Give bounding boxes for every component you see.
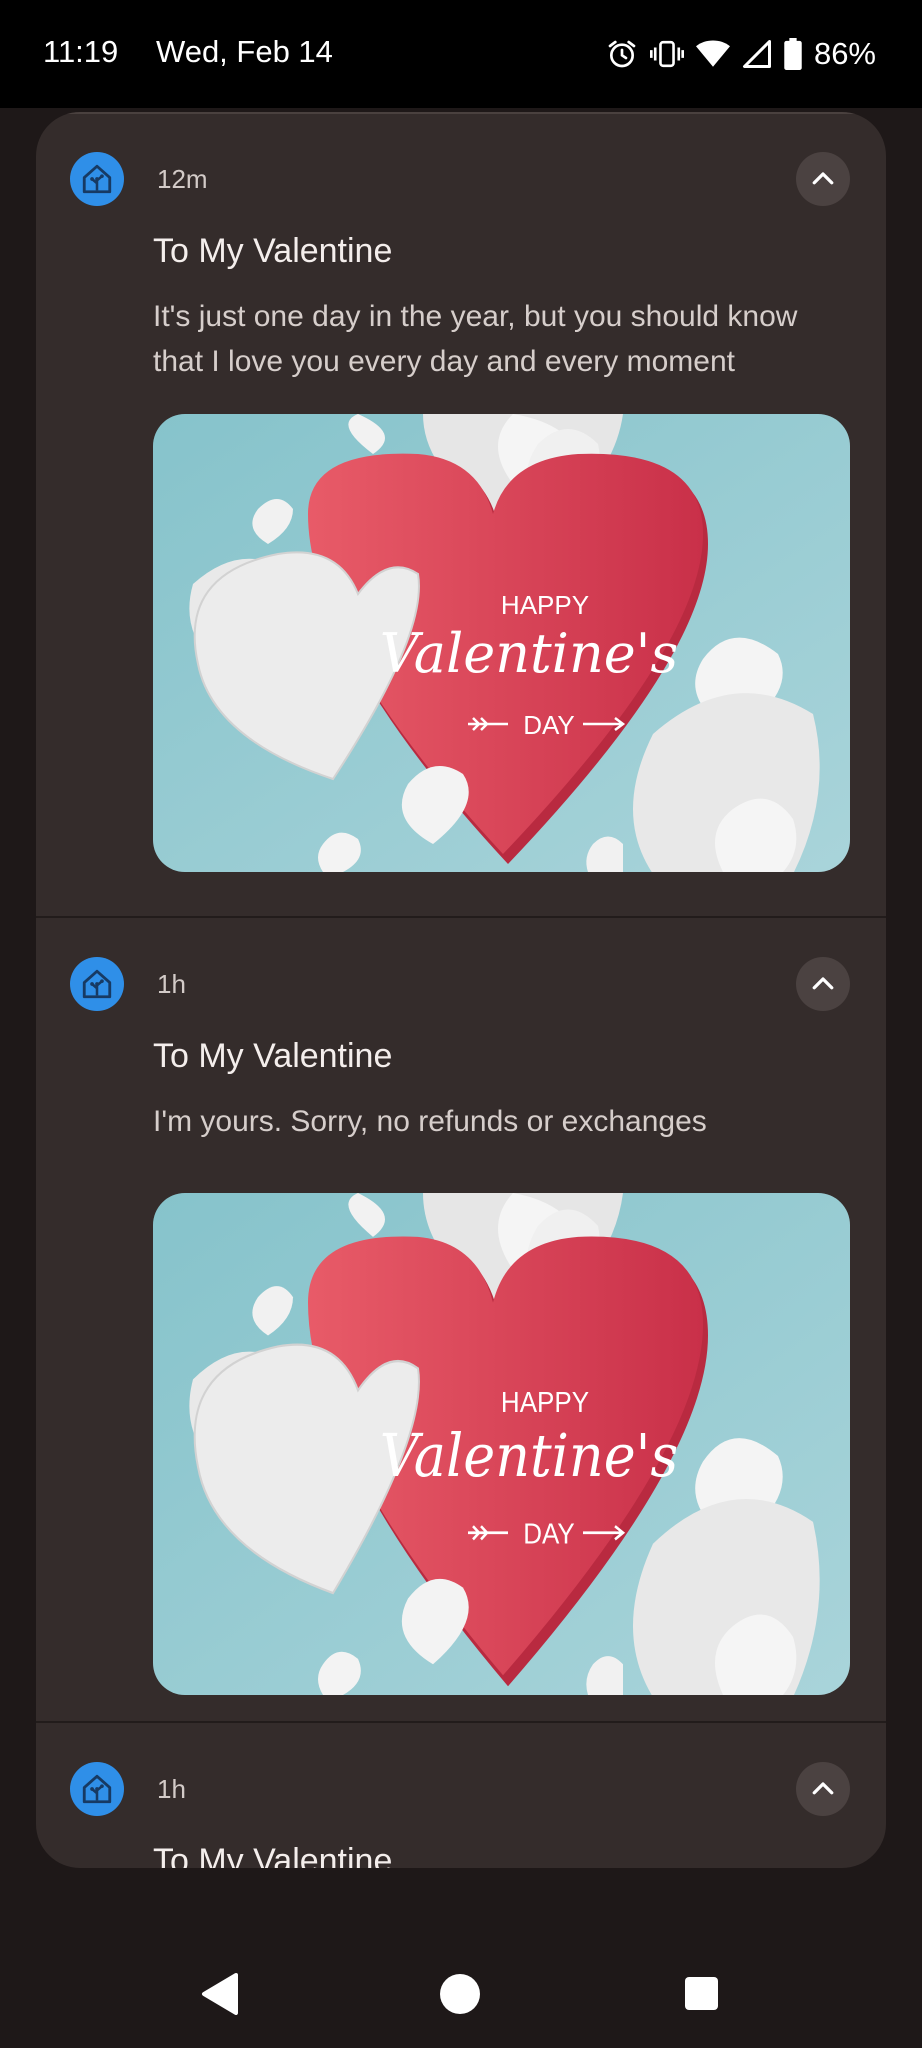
notification-item[interactable]: 12m To My Valentine It's just one day in… [36,112,886,917]
notification-item[interactable]: 1h To My Valentine I'm yours. Sorry, no … [36,917,886,1722]
notification-time: 1h [157,1774,186,1804]
battery-icon [784,38,802,70]
notification-body: I'm yours. Sorry, no refunds or exchange… [153,1105,707,1138]
image-text-day: DAY [523,710,575,740]
notification-body: It's just one day in the year, but you s… [153,300,798,378]
home-assistant-icon [70,957,124,1011]
image-text-valentines: Valentine's [380,622,679,685]
notification-item[interactable]: 1h To My Valentine [36,1722,886,1868]
notification-title: To My Valentine [153,232,393,270]
alarm-icon [608,40,636,68]
cell-signal-icon [742,40,771,68]
image-text-valentines: Valentine's [380,1421,678,1490]
notification-time: 1h [157,969,186,999]
back-icon[interactable] [200,1973,238,2015]
expand-button[interactable] [796,1762,850,1816]
notification-title: To My Valentine [153,1842,393,1868]
expand-button[interactable] [796,152,850,206]
battery-percent: 86% [813,36,876,71]
chevron-up-icon [812,1782,834,1795]
valentine-image[interactable]: HAPPY Valentine's DAY [153,414,850,872]
status-bar: 11:19 Wed, Feb 14 86% [0,0,922,108]
notification-title: To My Valentine [153,1037,393,1075]
home-icon[interactable] [440,1974,480,2014]
image-text-happy: HAPPY [501,1386,589,1418]
status-date: Wed, Feb 14 [156,34,333,69]
image-text-happy: HAPPY [501,590,589,620]
notification-time: 12m [157,164,208,194]
chevron-up-icon [812,977,834,990]
notification-panel[interactable]: 12m To My Valentine It's just one day in… [36,112,886,1868]
wifi-icon [695,40,730,67]
expand-button[interactable] [796,957,850,1011]
home-assistant-icon [70,1762,124,1816]
status-time: 11:19 [43,34,119,69]
home-assistant-icon [70,152,124,206]
valentine-image[interactable]: HAPPY Valentine's DAY [153,1193,850,1695]
vibrate-icon [649,40,684,68]
recents-icon[interactable] [685,1977,718,2010]
image-text-day: DAY [523,1518,575,1550]
chevron-up-icon [812,172,834,185]
status-icons: 86% [606,36,876,72]
